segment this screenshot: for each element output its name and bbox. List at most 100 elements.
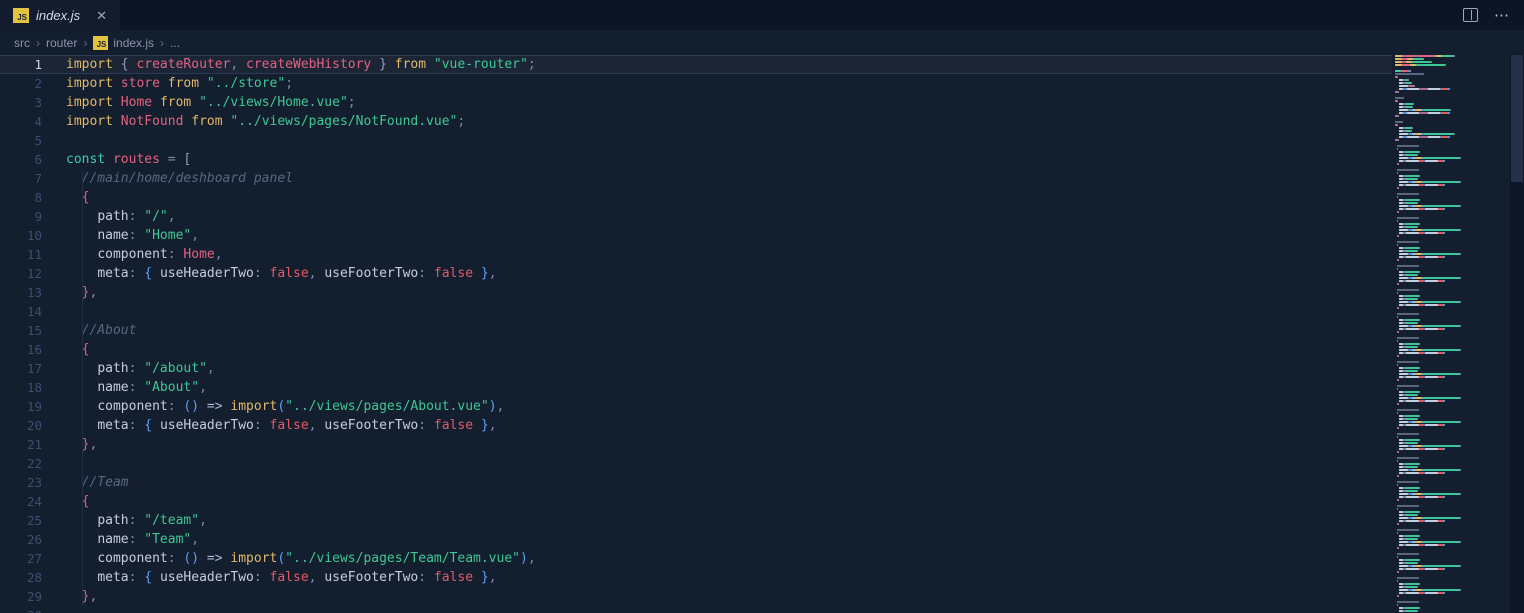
minimap-line [1395,214,1510,216]
code-line[interactable]: 9 path: "/", [0,207,1392,226]
line-number[interactable]: 22 [0,456,42,471]
code-text: name: "About", [42,380,207,395]
minimap-line [1395,364,1510,366]
vscode-editor-window: JS index.js ✕ ⋯ src›router›JSindex.js›..… [0,0,1524,613]
line-number[interactable]: 7 [0,171,42,186]
code-line[interactable]: 29 }, [0,587,1392,606]
minimap-line [1395,514,1510,516]
code-line[interactable]: 25 path: "/team", [0,511,1392,530]
code-line[interactable]: 15 //About [0,321,1392,340]
line-number[interactable]: 24 [0,494,42,509]
code-line[interactable]: 20 meta: { useHeaderTwo: false, useFoote… [0,416,1392,435]
breadcrumb-label: ... [170,36,180,50]
minimap-line [1395,538,1510,540]
line-number[interactable]: 4 [0,114,42,129]
line-number[interactable]: 6 [0,152,42,167]
code-line[interactable]: 3import Home from "../views/Home.vue"; [0,93,1392,112]
line-number[interactable]: 23 [0,475,42,490]
minimap-line [1395,139,1510,141]
line-number[interactable]: 5 [0,133,42,148]
minimap-line [1395,598,1510,600]
line-number[interactable]: 25 [0,513,42,528]
minimap-line [1395,454,1510,456]
code-line[interactable]: 13 }, [0,283,1392,302]
minimap-line [1395,211,1510,213]
minimap-line [1395,472,1510,474]
code-line[interactable]: 11 component: Home, [0,245,1392,264]
line-number[interactable]: 28 [0,570,42,585]
line-number[interactable]: 8 [0,190,42,205]
line-number[interactable]: 9 [0,209,42,224]
code-line[interactable]: 18 name: "About", [0,378,1392,397]
code-line[interactable]: 23 //Team [0,473,1392,492]
line-number[interactable]: 17 [0,361,42,376]
line-number[interactable]: 15 [0,323,42,338]
minimap[interactable] [1395,55,1510,613]
breadcrumb-item-indexjs[interactable]: JSindex.js [93,36,154,50]
minimap-line [1395,499,1510,501]
tab-index-js[interactable]: JS index.js ✕ [0,0,120,30]
line-number[interactable]: 2 [0,76,42,91]
breadcrumb-item-[interactable]: ... [170,36,180,50]
minimap-line [1395,145,1510,147]
minimap-line [1395,574,1510,576]
line-number[interactable]: 27 [0,551,42,566]
code-line[interactable]: 4import NotFound from "../views/pages/No… [0,112,1392,131]
code-line[interactable]: 28 meta: { useHeaderTwo: false, useFoote… [0,568,1392,587]
line-number[interactable]: 30 [0,608,42,613]
code-text: component: Home, [42,247,223,262]
code-area[interactable]: 1import { createRouter, createWebHistory… [0,55,1392,613]
breadcrumb-item-router[interactable]: router [46,36,77,50]
code-line[interactable]: 17 path: "/about", [0,359,1392,378]
code-line[interactable]: 7 //main/home/deshboard panel [0,169,1392,188]
split-editor-icon[interactable] [1463,8,1478,22]
line-number[interactable]: 29 [0,589,42,604]
code-line[interactable]: 1import { createRouter, createWebHistory… [0,55,1392,74]
minimap-line [1395,547,1510,549]
close-tab-icon[interactable]: ✕ [93,7,110,24]
code-line[interactable]: 12 meta: { useHeaderTwo: false, useFoote… [0,264,1392,283]
code-line[interactable]: 24 { [0,492,1392,511]
code-line[interactable]: 14 [0,302,1392,321]
minimap-line [1395,550,1510,552]
minimap-line [1395,577,1510,579]
line-number[interactable]: 14 [0,304,42,319]
minimap-line [1395,466,1510,468]
minimap-line [1395,328,1510,330]
line-number[interactable]: 18 [0,380,42,395]
line-number[interactable]: 1 [0,57,42,72]
breadcrumb-label: router [46,36,77,50]
code-line[interactable]: 22 [0,454,1392,473]
scrollbar-slider[interactable] [1511,55,1523,182]
line-number[interactable]: 21 [0,437,42,452]
line-number[interactable]: 20 [0,418,42,433]
code-line[interactable]: 5 [0,131,1392,150]
minimap-line [1395,118,1510,120]
line-number[interactable]: 12 [0,266,42,281]
minimap-line [1395,559,1510,561]
code-line[interactable]: 6const routes = [ [0,150,1392,169]
code-line[interactable]: 8 { [0,188,1392,207]
code-line[interactable]: 2import store from "../store"; [0,74,1392,93]
code-line[interactable]: 26 name: "Team", [0,530,1392,549]
line-number[interactable]: 13 [0,285,42,300]
code-line[interactable]: 10 name: "Home", [0,226,1392,245]
code-text: import { createRouter, createWebHistory … [42,57,536,72]
line-number[interactable]: 10 [0,228,42,243]
code-line[interactable]: 21 }, [0,435,1392,454]
code-line[interactable]: 19 component: () => import("../views/pag… [0,397,1392,416]
line-number[interactable]: 19 [0,399,42,414]
minimap-line [1395,397,1510,399]
minimap-line [1395,322,1510,324]
breadcrumb-item-src[interactable]: src [14,36,30,50]
line-number[interactable]: 3 [0,95,42,110]
code-line[interactable]: 27 component: () => import("../views/pag… [0,549,1392,568]
code-line[interactable]: 30 [0,606,1392,613]
code-line[interactable]: 16 { [0,340,1392,359]
line-number[interactable]: 26 [0,532,42,547]
more-actions-icon[interactable]: ⋯ [1494,8,1510,23]
line-number[interactable]: 16 [0,342,42,357]
minimap-line [1395,136,1510,138]
scrollbar-track[interactable] [1510,55,1524,613]
line-number[interactable]: 11 [0,247,42,262]
